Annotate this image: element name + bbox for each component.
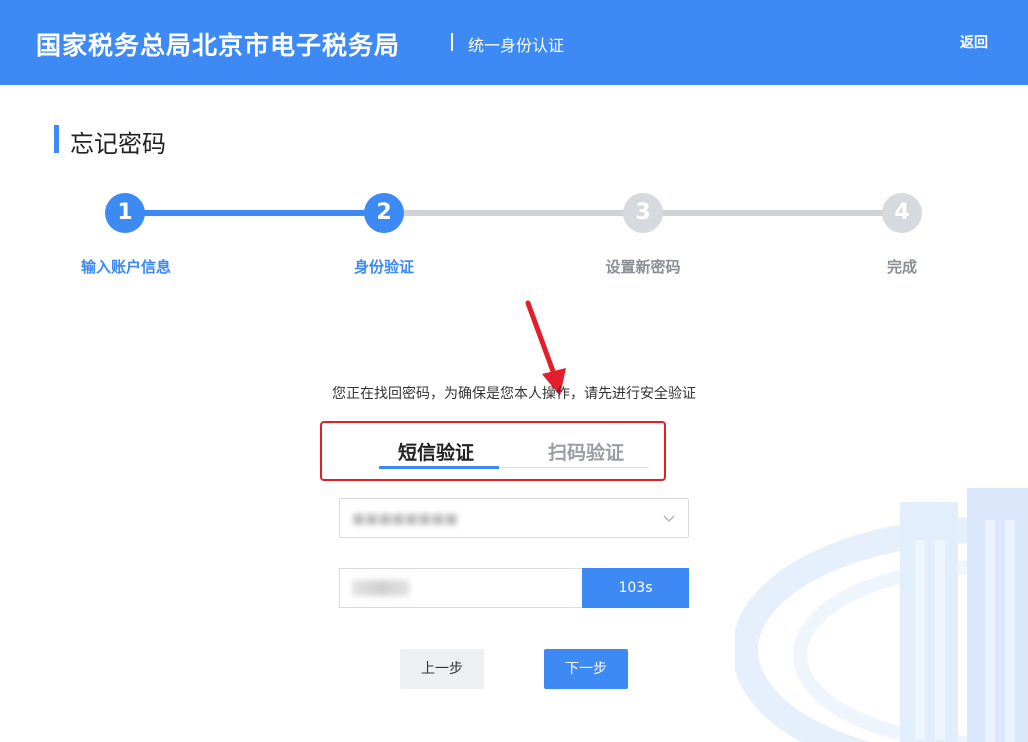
- top-header: 国家税务总局北京市电子税务局 统一身份认证 返回: [0, 0, 1028, 85]
- step-2-circle: 2: [364, 193, 404, 233]
- step-track-done: [125, 210, 384, 216]
- page-title: 忘记密码: [70, 130, 166, 158]
- header-subtitle: 统一身份认证: [468, 36, 565, 55]
- resend-countdown-button[interactable]: 103s: [582, 568, 689, 608]
- phone-select[interactable]: ■■■■■■■■: [339, 498, 689, 538]
- tax-emblem-watermark-icon: [735, 488, 1028, 742]
- title-accent-bar: [54, 125, 59, 153]
- tab-active-indicator: [379, 466, 499, 469]
- next-step-button[interactable]: 下一步: [544, 649, 628, 689]
- step-3-label: 设置新密码: [605, 258, 681, 276]
- step-4-label: 完成: [886, 258, 917, 276]
- step-3-circle: 3: [623, 193, 663, 233]
- instruction-text: 您正在找回密码，为确保是您本人操作，请先进行安全验证: [332, 386, 696, 402]
- prev-step-button[interactable]: 上一步: [400, 649, 484, 689]
- step-1-label: 输入账户信息: [80, 258, 171, 276]
- step-track-pending: [384, 210, 643, 216]
- phone-select-value: ■■■■■■■■: [352, 511, 458, 527]
- header-divider: [451, 33, 453, 51]
- code-input-redacted: [352, 580, 410, 596]
- tab-qr-verify[interactable]: 扫码验证: [548, 438, 624, 465]
- chevron-down-icon: [663, 515, 675, 522]
- tab-sms-verify[interactable]: 短信验证: [398, 438, 474, 465]
- step-1-circle: 1: [105, 193, 145, 233]
- step-4-circle: 4: [882, 193, 922, 233]
- step-track-pending: [643, 210, 902, 216]
- back-link[interactable]: 返回: [960, 32, 988, 52]
- site-brand: 国家税务总局北京市电子税务局: [36, 31, 401, 60]
- step-2-label: 身份验证: [353, 258, 414, 276]
